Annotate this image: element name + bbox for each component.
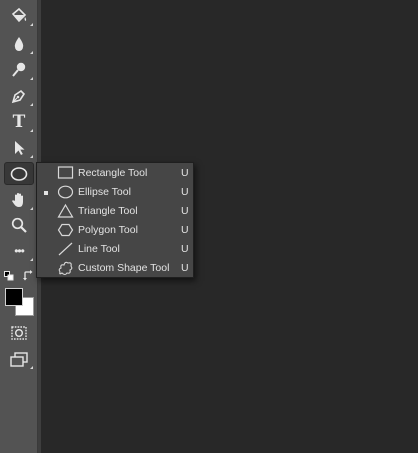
flyout-item-shortcut: U [181,243,189,255]
default-colors-icon[interactable] [4,268,14,281]
flyout-item-shortcut: U [181,167,189,179]
hand-tool[interactable] [4,189,34,211]
flyout-item-label: Polygon Tool [78,224,138,236]
custom-shape-icon [57,260,74,276]
flyout-item-label: Custom Shape Tool [78,262,170,274]
flyout-item-line[interactable]: Line Tool U [37,240,193,259]
swap-colors-icon[interactable] [23,268,34,281]
flyout-item-label: Line Tool [78,243,120,255]
screen-mode-icon [9,351,29,367]
dodge-tool[interactable] [4,59,34,81]
flyout-item-label: Triangle Tool [78,205,138,217]
pen-icon [10,87,28,105]
flyout-item-ellipse[interactable]: Ellipse Tool U [37,183,193,202]
pen-tool[interactable] [4,85,34,107]
line-icon [57,241,74,257]
hand-icon [10,191,28,209]
quick-mask-icon [10,325,28,341]
flyout-item-label: Ellipse Tool [78,186,131,198]
toolbar: T ••• [0,0,38,453]
rectangle-icon [57,165,74,181]
more-dots-icon: ••• [14,244,25,258]
ellipse-icon [9,166,29,182]
quick-mask[interactable] [4,322,34,344]
type-tool[interactable]: T [4,111,34,133]
blur-tool[interactable] [4,33,34,55]
paint-bucket-icon [10,7,28,25]
shape-tool-flyout: Rectangle Tool U Ellipse Tool U Triangle… [36,162,194,278]
flyout-item-triangle[interactable]: Triangle Tool U [37,202,193,221]
dodge-icon [10,61,28,79]
flyout-item-rectangle[interactable]: Rectangle Tool U [37,164,193,183]
ellipse-icon [57,184,74,200]
path-selection-tool[interactable] [4,137,34,159]
flyout-item-polygon[interactable]: Polygon Tool U [37,221,193,240]
flyout-item-shortcut: U [181,205,189,217]
ellipse-tool[interactable] [4,162,34,185]
flyout-item-shortcut: U [181,262,189,274]
arrow-pointer-icon [10,139,28,157]
selected-bullet-icon [44,191,48,195]
screen-mode[interactable] [4,348,34,370]
paint-bucket-tool[interactable] [4,5,34,27]
type-icon: T [12,112,26,132]
magnifier-icon [10,216,28,234]
foreground-color-swatch[interactable] [5,288,23,306]
zoom-tool[interactable] [4,214,34,236]
edit-toolbar[interactable]: ••• [4,240,34,262]
flyout-item-label: Rectangle Tool [78,167,148,179]
polygon-icon [57,222,74,238]
drop-icon [10,35,28,53]
flyout-item-shortcut: U [181,224,189,236]
triangle-icon [57,203,74,219]
flyout-item-shortcut: U [181,186,189,198]
flyout-item-custom-shape[interactable]: Custom Shape Tool U [37,259,193,278]
